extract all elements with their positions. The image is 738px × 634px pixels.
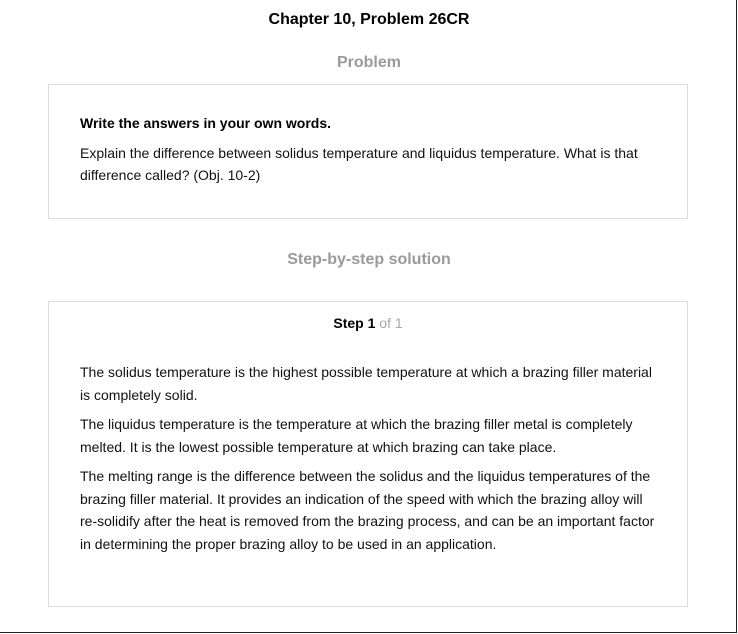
solution-card: Step 1 of 1 The solidus temperature is t… — [48, 301, 688, 607]
problem-instruction: Write the answers in your own words. — [80, 115, 332, 131]
solution-paragraph: The melting range is the difference betw… — [80, 468, 655, 552]
solution-heading: Step-by-step solution — [287, 251, 451, 268]
step-count: of 1 — [379, 315, 403, 331]
step-label: Step 1 — [333, 315, 376, 331]
solution-paragraph: The solidus temperature is the highest p… — [80, 364, 652, 403]
step-header: Step 1 of 1 — [49, 315, 687, 331]
solution-paragraph: The liquidus temperature is the temperat… — [80, 416, 633, 455]
problem-heading: Problem — [336, 54, 401, 71]
problem-text: Explain the difference between solidus t… — [80, 145, 638, 183]
solution-body: The solidus temperature is the highest p… — [80, 361, 660, 562]
problem-card: Write the answers in your own words. Exp… — [48, 84, 688, 219]
page-title: Chapter 10, Problem 26CR — [268, 11, 470, 28]
